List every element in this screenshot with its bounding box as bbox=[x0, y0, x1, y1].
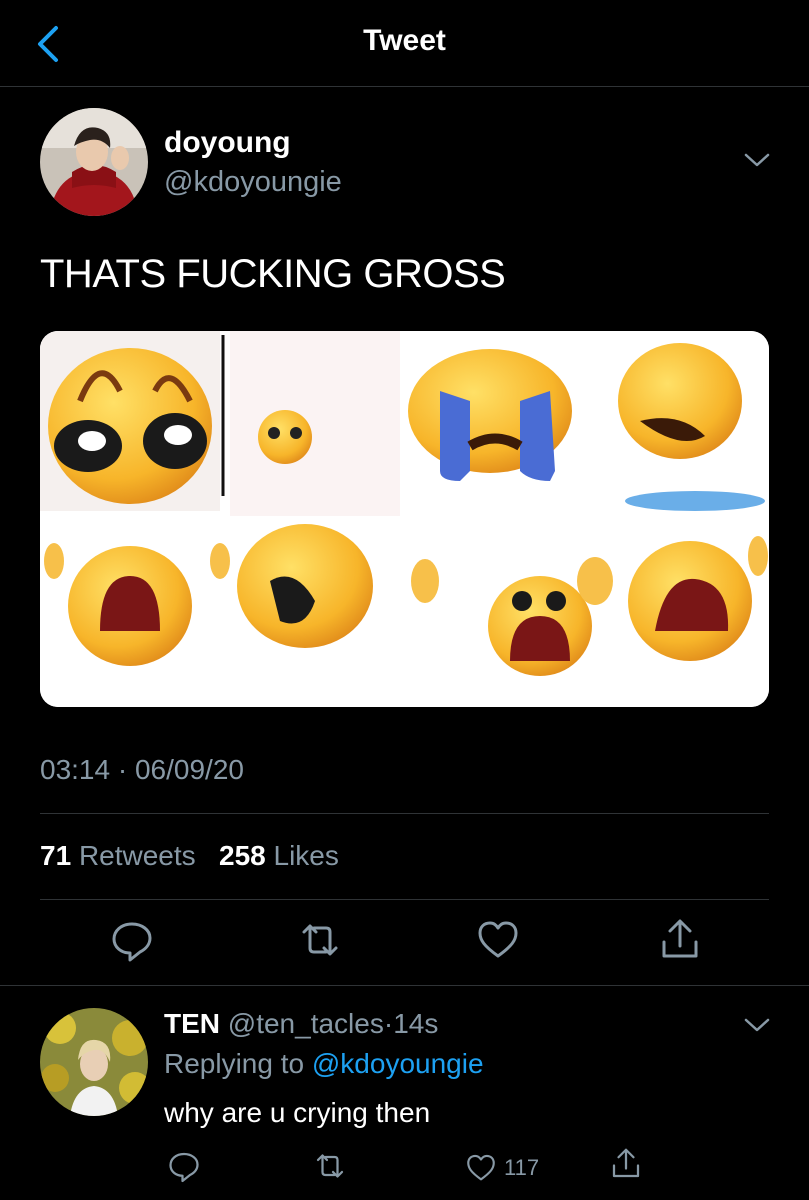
divider bbox=[40, 899, 769, 900]
avatar-image bbox=[40, 1008, 148, 1116]
reply-author-avatar[interactable] bbox=[40, 1008, 148, 1116]
likes-label: Likes bbox=[273, 840, 339, 871]
reply-like-count: 117 bbox=[504, 1155, 540, 1180]
share-icon bbox=[662, 919, 698, 958]
tweet-time: 03:14 bbox=[40, 754, 111, 785]
avatar-image bbox=[40, 108, 148, 216]
chevron-down-icon bbox=[744, 1018, 770, 1032]
retweets-label: Retweets bbox=[78, 840, 196, 871]
tweet-text: THATS FUCKING GROSS bbox=[40, 252, 506, 296]
heart-icon bbox=[478, 921, 518, 958]
reply-icon bbox=[112, 922, 152, 962]
tweet-date: 06/09/20 bbox=[134, 754, 244, 785]
reply-header: TEN @ten_tacles·14s bbox=[164, 1008, 438, 1040]
reply-text: why are u crying then bbox=[164, 1097, 431, 1128]
author-name[interactable]: doyoung bbox=[164, 126, 291, 160]
author-avatar[interactable] bbox=[40, 108, 148, 216]
retweet-icon bbox=[316, 1154, 344, 1178]
replying-to-label: Replying to bbox=[164, 1048, 305, 1079]
reply-share-button[interactable] bbox=[608, 1146, 648, 1186]
likes-count: 258 bbox=[219, 840, 266, 871]
retweet-icon bbox=[302, 924, 338, 956]
reply-like-button[interactable]: 117 bbox=[464, 1150, 539, 1186]
divider bbox=[40, 813, 769, 814]
reply-button[interactable] bbox=[108, 916, 156, 964]
retweets-count: 71 bbox=[40, 840, 72, 871]
tweet-stats: 71 Retweets 258 Likes bbox=[40, 840, 339, 872]
replying-to: Replying to @kdoyoungie bbox=[164, 1048, 484, 1080]
crying-emoji-collage bbox=[40, 331, 769, 707]
reply-author-name[interactable]: TEN bbox=[164, 1008, 220, 1039]
heart-icon bbox=[467, 1154, 495, 1181]
retweets-stat[interactable]: 71 Retweets bbox=[40, 840, 196, 871]
like-button[interactable] bbox=[474, 916, 522, 964]
tweet-timestamp: 03:14 · 06/09/20 bbox=[40, 754, 244, 786]
share-button[interactable] bbox=[656, 916, 704, 964]
meta-separator: · bbox=[117, 754, 128, 785]
reply-icon bbox=[169, 1152, 199, 1183]
reply-author-handle[interactable]: @ten_tacles bbox=[228, 1008, 384, 1039]
reply-reply-button[interactable] bbox=[166, 1148, 206, 1188]
top-bar: Tweet bbox=[0, 0, 809, 87]
share-icon bbox=[612, 1148, 640, 1178]
page-title: Tweet bbox=[363, 24, 446, 57]
replying-to-handle[interactable]: @kdoyoungie bbox=[312, 1048, 484, 1079]
retweet-button[interactable] bbox=[296, 916, 344, 964]
reply-time: 14s bbox=[393, 1008, 439, 1039]
tweet-options-button[interactable] bbox=[742, 150, 772, 175]
chevron-down-icon bbox=[744, 153, 770, 167]
reply-separator: · bbox=[383, 1008, 394, 1039]
likes-stat[interactable]: 258 Likes bbox=[219, 840, 339, 871]
divider bbox=[0, 985, 809, 986]
reply-options-button[interactable] bbox=[742, 1015, 772, 1040]
author-handle[interactable]: @kdoyoungie bbox=[164, 166, 342, 199]
reply-retweet-button[interactable] bbox=[312, 1148, 352, 1188]
tweet-media-image[interactable] bbox=[40, 331, 769, 707]
